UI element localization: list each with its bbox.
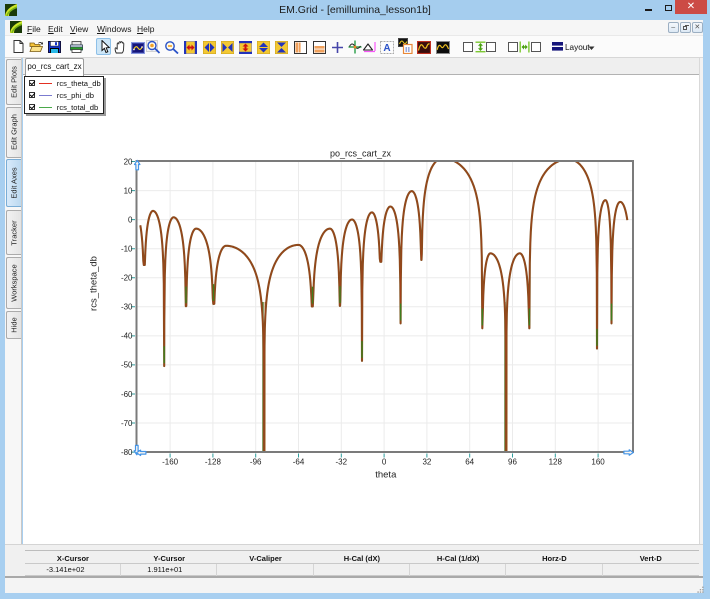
svg-text:-70: -70 [121,419,133,428]
svg-text:-80: -80 [121,448,133,457]
svg-text:-60: -60 [121,390,133,399]
svg-text:20: 20 [124,157,133,166]
svg-text:-64: -64 [293,458,305,467]
svg-text:theta: theta [375,470,397,481]
svg-text:rcs_theta_db: rcs_theta_db [89,256,100,311]
svg-text:-128: -128 [205,458,222,467]
svg-text:160: 160 [591,458,605,467]
svg-text:po_rcs_cart_zx: po_rcs_cart_zx [330,149,392,159]
svg-text:32: 32 [422,458,431,467]
svg-text:-160: -160 [162,458,179,467]
svg-text:0: 0 [128,215,133,224]
svg-text:-96: -96 [250,458,262,467]
svg-text:-40: -40 [121,332,133,341]
svg-text:-10: -10 [121,245,133,254]
svg-text:-32: -32 [336,458,348,467]
svg-text:0: 0 [382,458,387,467]
svg-text:-50: -50 [121,361,133,370]
svg-text:10: 10 [124,186,133,195]
svg-text:96: 96 [508,458,517,467]
svg-text:-30: -30 [121,303,133,312]
svg-text:-20: -20 [121,274,133,283]
svg-text:128: 128 [549,458,563,467]
svg-text:64: 64 [465,458,474,467]
